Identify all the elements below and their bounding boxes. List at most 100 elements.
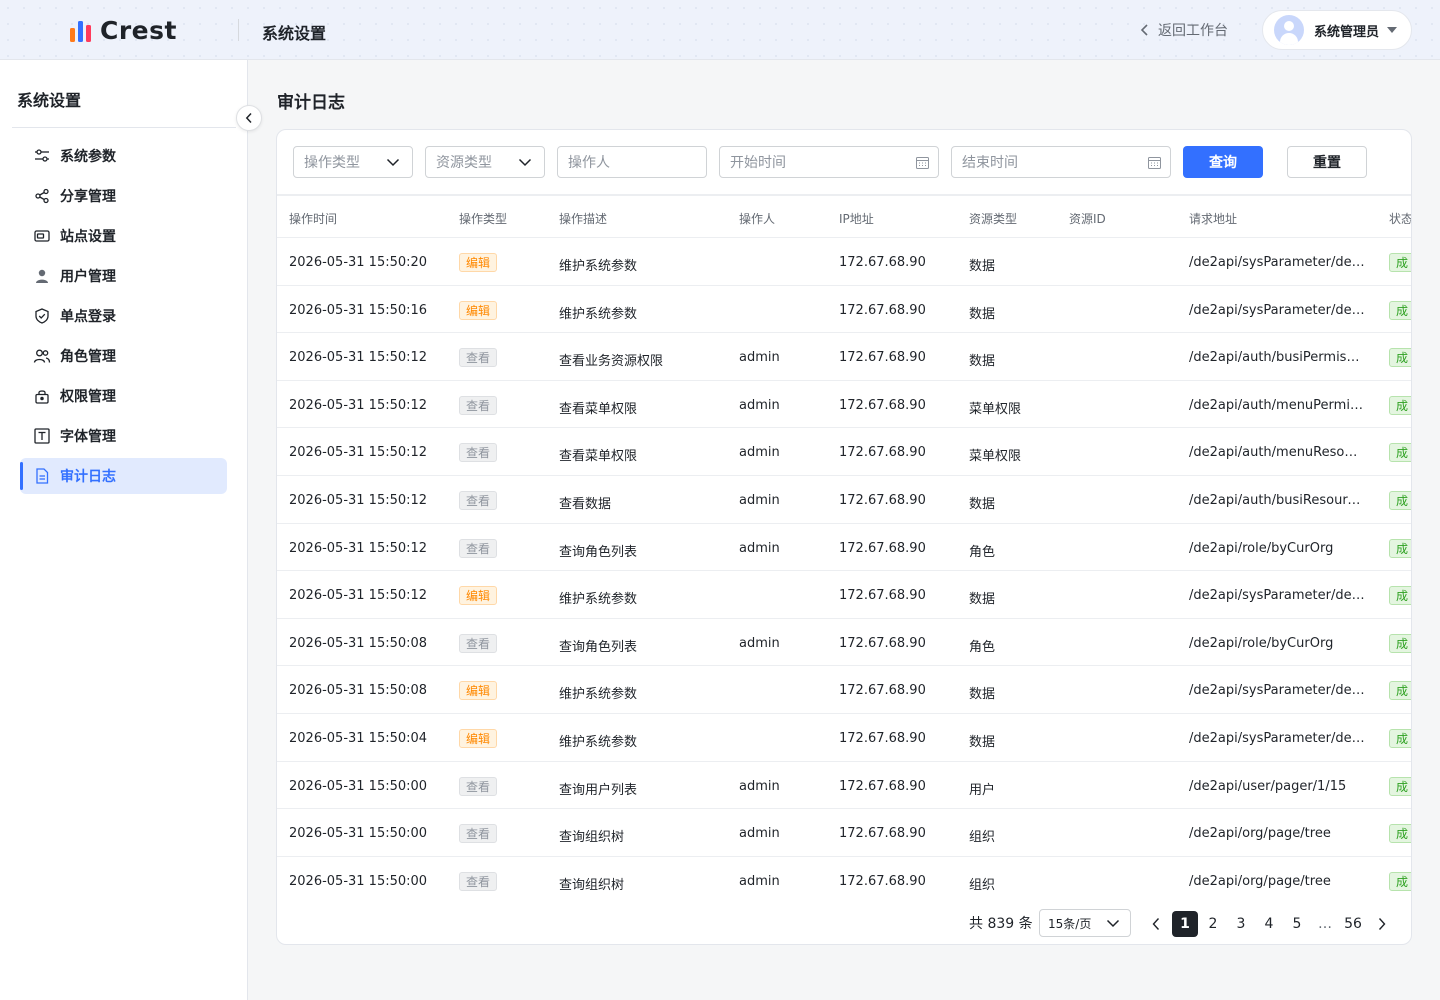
logo[interactable]: Crest: [70, 16, 177, 45]
table-row[interactable]: 2026-05-31 15:50:12 查看 查看业务资源权限 admin 172.67…: [277, 333, 1411, 381]
cell-request-url: /de2api/auth/menuResource: [1189, 445, 1365, 461]
sidebar-item-permissions[interactable]: 权限管理: [20, 378, 227, 414]
status-badge: 成功: [1389, 586, 1411, 606]
cell-operator: admin: [739, 492, 780, 508]
caret-down-icon: [1387, 27, 1398, 33]
page-button[interactable]: 4: [1256, 911, 1282, 937]
cell-request-url: /de2api/role/byCurOrg: [1189, 540, 1334, 556]
status-badge: 成功: [1389, 824, 1411, 844]
document-icon: [33, 467, 51, 485]
table-row[interactable]: 2026-05-31 15:50:12 编辑 维护系统参数 172.67.68.90 数…: [277, 571, 1411, 619]
status-badge: 成功: [1389, 395, 1411, 415]
status-badge: 成功: [1389, 776, 1411, 796]
operation-type-select[interactable]: 操作类型: [293, 146, 413, 178]
cell-status: 成功: [1389, 253, 1411, 273]
cell-ip-address: 172.67.68.90: [839, 873, 926, 889]
cell-request-url: /de2api/sysParameter/defa...: [1189, 302, 1365, 318]
calendar-icon: [916, 157, 929, 169]
cell-operator: admin: [739, 826, 780, 842]
page-button[interactable]: 3: [1228, 911, 1254, 937]
cell-operator: admin: [739, 540, 780, 556]
table-row[interactable]: 2026-05-31 15:50:08 编辑 维护系统参数 172.67.68.90 数…: [277, 666, 1411, 714]
sidebar-item-label: 系统参数: [60, 149, 116, 165]
cell-status: 成功: [1389, 871, 1411, 892]
column-header: 状态: [1389, 212, 1412, 226]
sidebar-item-sso[interactable]: 单点登录: [20, 298, 227, 334]
query-button[interactable]: 查询: [1183, 146, 1263, 178]
sidebar-collapse-button[interactable]: [236, 105, 262, 131]
reset-button[interactable]: 重置: [1287, 146, 1367, 178]
operator-input[interactable]: 操作人: [557, 146, 707, 178]
cell-request-url: /de2api/auth/busiResource...: [1189, 492, 1365, 508]
sidebar-item-audit-log[interactable]: 审计日志: [20, 458, 227, 494]
page-size-select[interactable]: 15条/页: [1039, 909, 1131, 937]
page-button[interactable]: 5: [1284, 911, 1310, 937]
cell-ip-address: 172.67.68.90: [839, 540, 926, 556]
cell-resource-type: 组织: [969, 830, 996, 846]
cell-status: 成功: [1389, 586, 1411, 606]
sidebar-item-share[interactable]: 分享管理: [20, 178, 227, 214]
chevron-left-icon: [1152, 918, 1160, 930]
cell-description: 查看数据: [559, 496, 612, 512]
prev-page-button[interactable]: [1143, 911, 1169, 937]
sidebar-item-roles[interactable]: 角色管理: [20, 338, 227, 374]
cell-time: 2026-05-31 15:50:04: [289, 730, 428, 746]
user-menu[interactable]: 系统管理员: [1262, 10, 1412, 50]
sidebar-item-users[interactable]: 用户管理: [20, 258, 227, 294]
cell-status: 成功: [1389, 538, 1411, 559]
header-title: 系统设置: [262, 24, 327, 43]
status-badge: 成功: [1389, 300, 1411, 320]
cell-operation-type: 查看: [459, 538, 498, 558]
sidebar-item-system-params[interactable]: 系统参数: [20, 138, 227, 174]
cell-time: 2026-05-31 15:50:12: [289, 397, 428, 413]
table-row[interactable]: 2026-05-31 15:50:12 查看 查看菜单权限 admin 172.67.6…: [277, 428, 1411, 476]
cell-operator: admin: [739, 397, 780, 413]
table-row[interactable]: 2026-05-31 15:50:08 查看 查询角色列表 admin 172.67.6…: [277, 619, 1411, 667]
table-row[interactable]: 2026-05-31 15:50:12 查看 查看数据 admin 172.67.68.…: [277, 476, 1411, 524]
audit-log-card: 操作类型 资源类型 操作人 开始时间 结束时间 查询 重置 操作时间 操作类型 …: [276, 129, 1412, 945]
cell-status: 成功: [1389, 300, 1411, 321]
column-header: IP地址: [839, 212, 874, 226]
resource-type-select[interactable]: 资源类型: [425, 146, 545, 178]
table-row[interactable]: 2026-05-31 15:50:12 查看 查询角色列表 admin 172.67.6…: [277, 524, 1411, 572]
end-time-picker[interactable]: 结束时间: [951, 146, 1171, 178]
sidebar-item-site[interactable]: 站点设置: [20, 218, 227, 254]
operation-type-placeholder: 操作类型: [304, 155, 360, 171]
cell-description: 查询角色列表: [559, 639, 638, 655]
table-row[interactable]: 2026-05-31 15:50:04 编辑 维护系统参数 172.67.68.90 数…: [277, 714, 1411, 762]
site-icon: [33, 227, 51, 245]
cell-time: 2026-05-31 15:50:12: [289, 540, 428, 556]
column-header: 资源类型: [969, 212, 1018, 226]
operator-placeholder: 操作人: [568, 155, 610, 171]
table-row[interactable]: 2026-05-31 15:50:20 编辑 维护系统参数 172.67.68.90 数…: [277, 238, 1411, 286]
start-time-picker[interactable]: 开始时间: [719, 146, 939, 178]
page-button[interactable]: 2: [1200, 911, 1226, 937]
cell-description: 维护系统参数: [559, 259, 638, 274]
cell-ip-address: 172.67.68.90: [839, 445, 926, 461]
cell-description: 查看业务资源权限: [559, 354, 664, 370]
cell-operator: admin: [739, 445, 780, 461]
table-row[interactable]: 2026-05-31 15:50:12 查看 查看菜单权限 admin 172.67.6…: [277, 381, 1411, 429]
font-icon: [33, 427, 51, 445]
table-row[interactable]: 2026-05-31 15:50:16 编辑 维护系统参数 172.67.68.90 数…: [277, 286, 1411, 334]
table-row[interactable]: 2026-05-31 15:50:00 查看 查询组织树 admin 172.67.68…: [277, 857, 1411, 895]
cell-ip-address: 172.67.68.90: [839, 350, 926, 366]
cell-status: 成功: [1389, 348, 1411, 368]
cell-status: 成功: [1389, 728, 1411, 749]
cell-request-url: /de2api/sysParameter/defa...: [1189, 683, 1365, 699]
page-button[interactable]: 1: [1172, 911, 1198, 937]
back-to-workbench-link[interactable]: 返回工作台: [1140, 20, 1228, 40]
status-badge: 成功: [1389, 728, 1411, 748]
page-ellipsis[interactable]: …: [1312, 911, 1338, 937]
next-page-button[interactable]: [1369, 911, 1395, 937]
table-row[interactable]: 2026-05-31 15:50:00 查看 查询用户列表 admin 172.67.6…: [277, 762, 1411, 810]
table-row[interactable]: 2026-05-31 15:50:00 查看 查询组织树 admin 172.67.68…: [277, 809, 1411, 857]
cell-operator: admin: [739, 778, 780, 794]
sidebar-title: 系统设置: [17, 91, 82, 110]
sidebar-item-fonts[interactable]: 字体管理: [20, 418, 227, 454]
sidebar: 系统设置 系统参数 分享管理 站点设置 用户管理 单点登录 角色管理 权限管理 …: [0, 60, 248, 1000]
cell-resource-type: 数据: [969, 259, 996, 274]
cell-operation-type: 查看: [459, 633, 498, 653]
page-button[interactable]: 56: [1340, 911, 1366, 937]
cell-operation-type: 查看: [459, 871, 498, 891]
